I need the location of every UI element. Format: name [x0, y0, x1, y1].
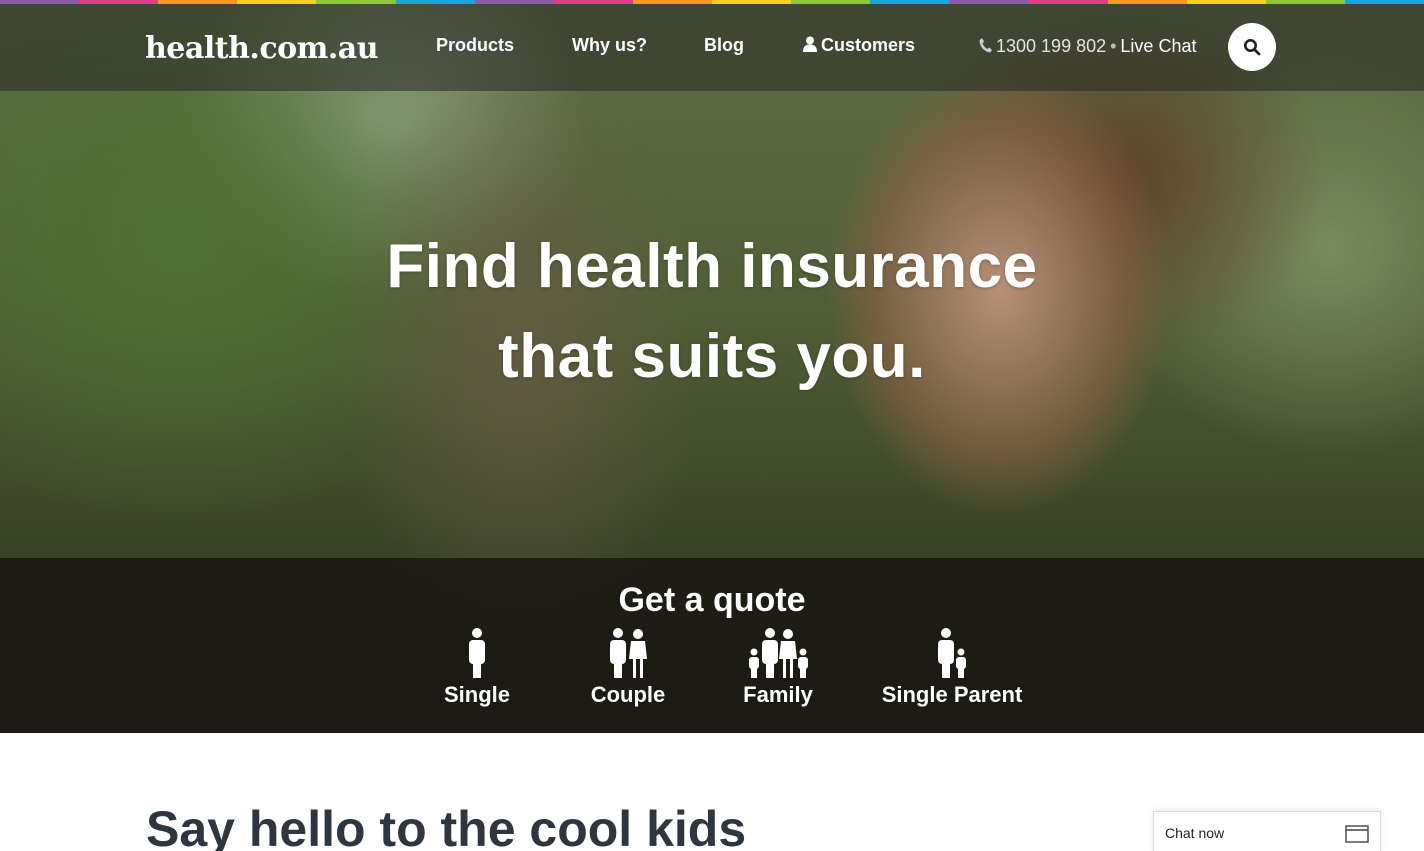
rainbow-segment — [237, 0, 317, 4]
rainbow-segment — [1107, 0, 1187, 4]
couple-icon — [610, 628, 647, 678]
rainbow-segment — [158, 0, 238, 4]
rainbow-segment — [1265, 0, 1345, 4]
rainbow-segment — [0, 0, 80, 4]
nav-customers-label: Customers — [821, 35, 916, 55]
rainbow-segment — [553, 0, 633, 4]
phone-number[interactable]: 1300 199 802 — [996, 36, 1106, 56]
rainbow-segment — [711, 0, 792, 4]
site-logo[interactable]: health.com.au — [145, 31, 379, 66]
rainbow-segment — [395, 0, 475, 4]
nav-blog[interactable]: Blog — [704, 35, 744, 56]
quote-option-family-label: Family — [743, 682, 813, 707]
rainbow-segment — [949, 0, 1029, 4]
quote-option-single-label: Single — [443, 682, 510, 707]
hero-headline-line-1: Find health insurance — [386, 232, 1038, 301]
get-a-quote-title: Get a quote — [618, 581, 806, 619]
quote-option-single-parent-label: Single Parent — [881, 682, 1023, 707]
quote-option-couple[interactable]: Couple — [584, 628, 672, 708]
hero-headline-line-2: that suits you. — [498, 322, 926, 391]
nav-products[interactable]: Products — [436, 35, 514, 56]
search-icon — [1244, 39, 1261, 56]
chat-now-label: Chat now — [1165, 825, 1225, 841]
rainbow-stripe — [0, 0, 1424, 4]
quote-option-couple-label: Couple — [590, 682, 666, 707]
chat-now-widget[interactable]: Chat now — [1153, 811, 1381, 851]
rainbow-segment — [1186, 0, 1266, 4]
window-icon — [1345, 825, 1369, 848]
contact-info: 1300 199 802 • Live Chat — [979, 36, 1196, 58]
rainbow-segment — [79, 0, 159, 4]
quote-option-single-parent[interactable]: Single Parent — [872, 628, 1032, 708]
nav-why-us[interactable]: Why us? — [572, 35, 647, 56]
hero-background: Find health insurance that suits you. Ge… — [0, 0, 1424, 733]
user-icon — [803, 36, 817, 57]
quote-option-single[interactable]: Single — [438, 628, 516, 708]
single-person-icon — [469, 628, 485, 678]
rainbow-segment — [316, 0, 396, 4]
family-icon — [749, 628, 808, 678]
get-a-quote-panel: Get a quote Single Couple Family Single … — [0, 558, 1424, 733]
live-chat-link[interactable]: Live Chat — [1120, 36, 1196, 56]
contact-separator: • — [1110, 36, 1117, 56]
quote-option-family[interactable]: Family — [737, 628, 819, 708]
nav-customers[interactable]: Customers — [803, 35, 915, 57]
top-navigation: health.com.au Products Why us? Blog Cust… — [0, 4, 1424, 91]
rainbow-segment — [870, 0, 950, 4]
rainbow-segment — [632, 0, 712, 4]
rainbow-segment — [791, 0, 871, 4]
rainbow-segment — [474, 0, 554, 4]
single-parent-icon — [938, 628, 966, 678]
section-title: Say hello to the cool kids — [146, 801, 747, 851]
search-button[interactable] — [1228, 23, 1276, 71]
rainbow-segment — [1028, 0, 1108, 4]
hero-headline: Find health insurance that suits you. — [0, 222, 1424, 402]
phone-icon — [979, 37, 992, 58]
rainbow-segment — [1344, 0, 1424, 4]
